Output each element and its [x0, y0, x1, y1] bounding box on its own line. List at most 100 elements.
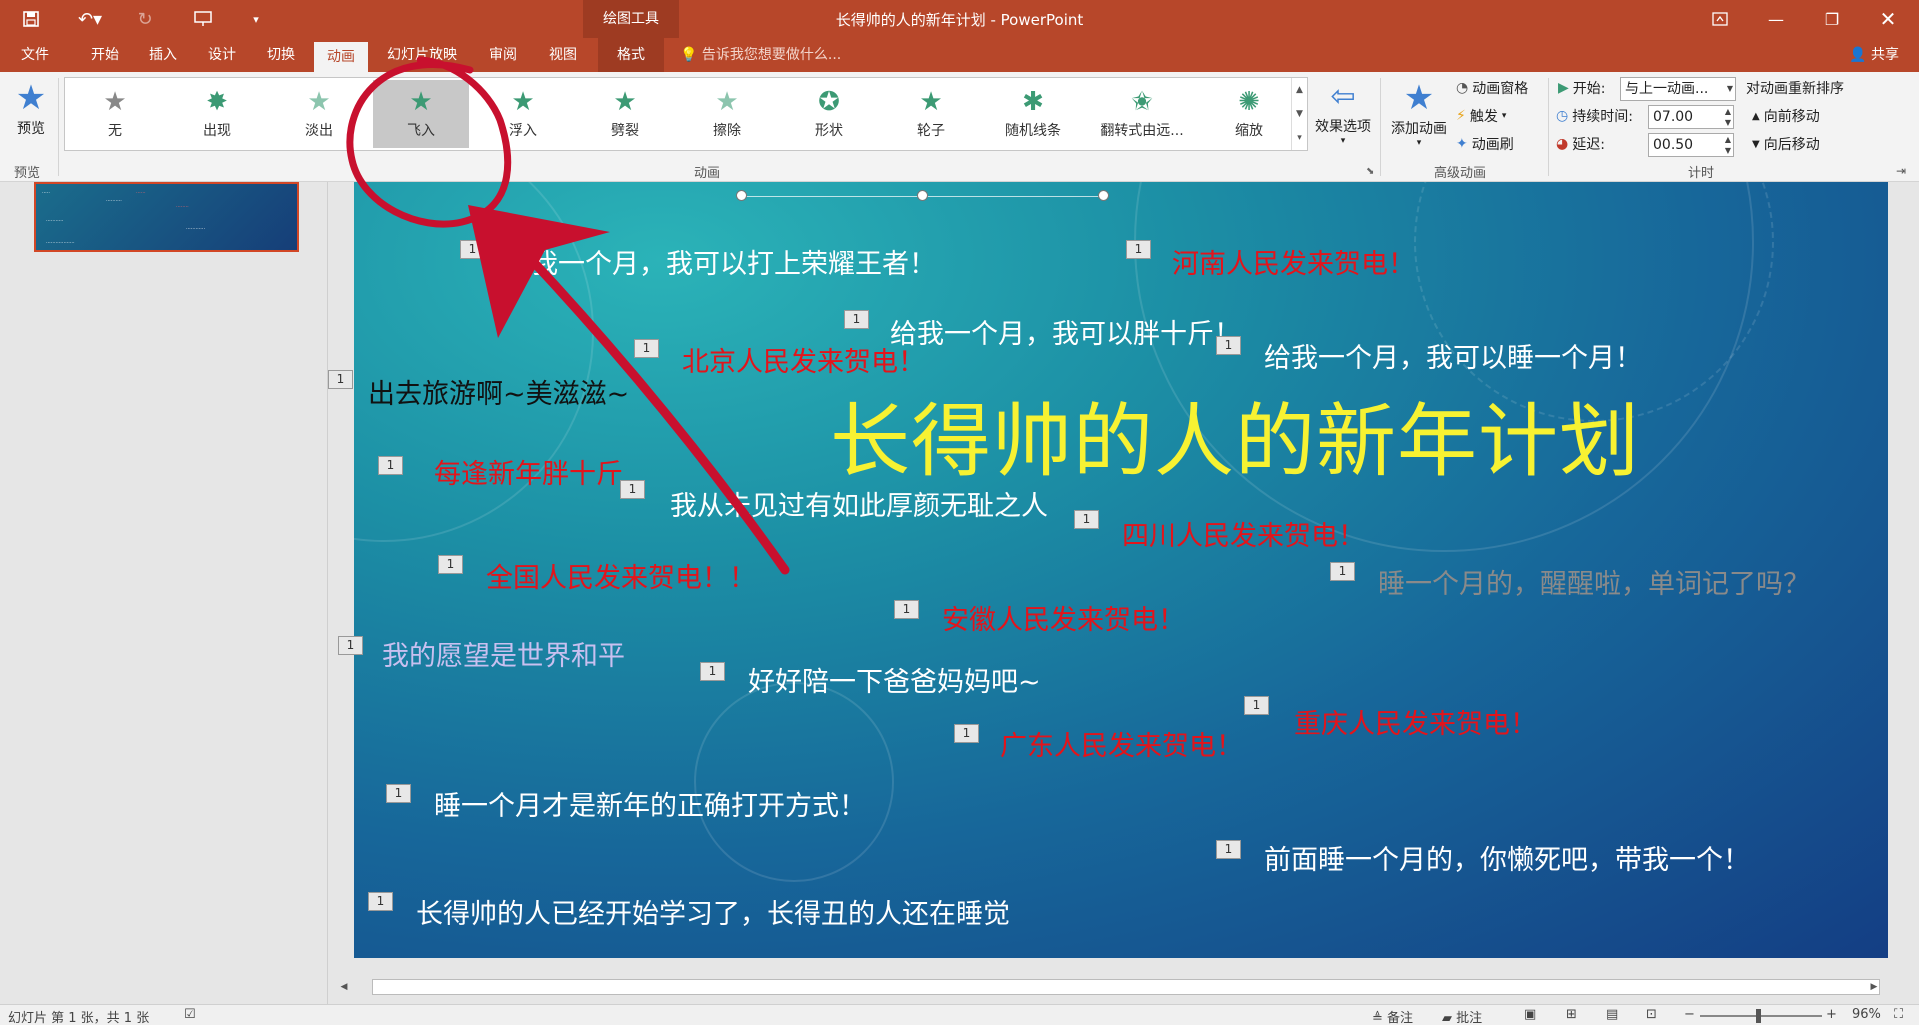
- slide-text[interactable]: 睡一个月才是新年的正确打开方式！: [434, 784, 866, 823]
- tab-design[interactable]: 设计: [195, 38, 249, 72]
- slide-text[interactable]: 安徽人民发来贺电！: [942, 598, 1185, 637]
- animation-tag[interactable]: 1: [844, 310, 869, 329]
- anim-fade[interactable]: ★ 淡出: [271, 80, 367, 148]
- slide-text[interactable]: 前面睡一个月的，你懒死吧，带我一个！: [1264, 838, 1750, 877]
- spellcheck-icon[interactable]: ☑: [184, 1007, 196, 1022]
- anim-random-bars[interactable]: ✱ 随机线条: [985, 80, 1081, 148]
- slideshow-view-icon[interactable]: ⊡: [1646, 1007, 1657, 1022]
- restore-icon[interactable]: ❐: [1809, 0, 1855, 38]
- animation-tag[interactable]: 1: [700, 662, 725, 681]
- pin-ribbon-icon[interactable]: ⇥: [1896, 164, 1906, 178]
- scroll-left-icon[interactable]: ◀: [336, 978, 352, 996]
- zoom-out-icon[interactable]: −: [1684, 1007, 1695, 1022]
- tab-view[interactable]: 视图: [536, 38, 590, 72]
- resize-handle[interactable]: [1098, 190, 1109, 201]
- animation-tag[interactable]: 1: [1216, 336, 1241, 355]
- tab-transitions[interactable]: 切换: [254, 38, 308, 72]
- animation-gallery[interactable]: ★ 无 ✸ 出现 ★ 淡出 ★ 飞入 ★ 浮入 ★ 劈裂 ★ 擦除 ✪ 形状 ★ 轮子 ✱ 随机线条…: [64, 77, 1308, 151]
- animation-tag[interactable]: 1: [894, 600, 919, 619]
- zoom-slider-thumb[interactable]: [1756, 1009, 1761, 1023]
- slide-text[interactable]: 给我一个月，我可以胖十斤！: [890, 312, 1241, 351]
- anim-none[interactable]: ★ 无: [67, 80, 163, 148]
- spin-arrows-icon[interactable]: ▲ ▼: [1725, 134, 1731, 156]
- animation-tag[interactable]: 1: [460, 240, 485, 259]
- effect-options-button[interactable]: ⇦ 效果选项 ▾: [1310, 78, 1376, 146]
- tab-review[interactable]: 审阅: [476, 38, 530, 72]
- anim-appear[interactable]: ✸ 出现: [169, 80, 265, 148]
- anim-fly-in[interactable]: ★ 飞入: [373, 80, 469, 148]
- slide-text[interactable]: 重庆人民发来贺电！: [1294, 702, 1537, 741]
- comments-button[interactable]: ▰ 批注: [1442, 1007, 1482, 1025]
- slide-text[interactable]: 长得帅的人已经开始学习了，长得丑的人还在睡觉: [416, 892, 1010, 931]
- resize-handle[interactable]: [917, 190, 928, 201]
- anim-wipe[interactable]: ★ 擦除: [679, 80, 775, 148]
- slide-text[interactable]: 北京人民发来贺电！: [682, 340, 925, 379]
- slide-sorter-icon[interactable]: ⊞: [1566, 1007, 1577, 1022]
- animation-tag[interactable]: 1: [1244, 696, 1269, 715]
- animation-painter-button[interactable]: ✦ 动画刷: [1456, 134, 1514, 154]
- undo-icon[interactable]: ↶▾: [70, 6, 110, 32]
- customize-icon[interactable]: ▾: [244, 6, 268, 32]
- animation-tag[interactable]: 1: [438, 555, 463, 574]
- slide-text[interactable]: 每逢新年胖十斤: [434, 452, 623, 491]
- zoom-in-icon[interactable]: +: [1826, 1007, 1837, 1022]
- animation-tag[interactable]: 1: [1330, 562, 1355, 581]
- tab-file[interactable]: 文件: [4, 38, 66, 72]
- scroll-right-icon[interactable]: ▶: [1866, 978, 1882, 996]
- tab-home[interactable]: 开始: [78, 38, 132, 72]
- minimize-icon[interactable]: —: [1753, 0, 1799, 38]
- slide-text[interactable]: 河南人民发来贺电！: [1172, 242, 1415, 281]
- slide-thumbnail[interactable]: ····· ······ ·········· ········ ·······…: [34, 182, 299, 252]
- move-earlier-button[interactable]: ▲ 向前移动: [1752, 106, 1820, 126]
- slide-text[interactable]: 我从未见过有如此厚颜无耻之人: [670, 484, 1048, 523]
- add-animation-button[interactable]: ★ 添加动画 ▾: [1384, 78, 1454, 148]
- animation-tag[interactable]: 1: [328, 370, 353, 389]
- ribbon-display-icon[interactable]: [1697, 0, 1743, 38]
- animation-tag[interactable]: 1: [386, 784, 411, 803]
- animation-tag[interactable]: 1: [1126, 240, 1151, 259]
- tab-slideshow[interactable]: 幻灯片放映: [378, 38, 466, 72]
- gallery-scroll-up-icon[interactable]: ▲: [1291, 78, 1307, 102]
- trigger-button[interactable]: ⚡ 触发 ▾: [1456, 106, 1506, 126]
- tell-me-box[interactable]: 💡 告诉我您想要做什么...: [680, 38, 841, 72]
- animation-tag[interactable]: 1: [634, 339, 659, 358]
- animation-tag[interactable]: 1: [1216, 840, 1241, 859]
- tab-animations[interactable]: 动画: [314, 42, 368, 72]
- animation-tag[interactable]: 1: [620, 480, 645, 499]
- presentation-icon[interactable]: [186, 6, 220, 32]
- tab-format[interactable]: 格式: [598, 38, 664, 72]
- dialog-launcher-icon[interactable]: ⬊: [1366, 166, 1374, 177]
- anim-zoom[interactable]: ✺ 缩放: [1201, 80, 1297, 148]
- animation-tag[interactable]: 1: [368, 892, 393, 911]
- slide-title[interactable]: 长得帅的人的新年计划: [830, 377, 1640, 493]
- zoom-slider[interactable]: [1700, 1009, 1822, 1023]
- anim-wheel[interactable]: ★ 轮子: [883, 80, 979, 148]
- notes-button[interactable]: ≜ 备注: [1372, 1007, 1413, 1025]
- move-later-button[interactable]: ▼ 向后移动: [1752, 134, 1820, 154]
- save-icon[interactable]: [14, 6, 48, 32]
- slide-text[interactable]: 全国人民发来贺电！！: [486, 556, 756, 595]
- animation-tag[interactable]: 1: [378, 456, 403, 475]
- animation-tag[interactable]: 1: [338, 636, 363, 655]
- slide-text[interactable]: 广东人民发来贺电！: [1000, 724, 1243, 763]
- preview-button[interactable]: ★ 预览: [8, 78, 54, 138]
- delay-spinner[interactable]: 00.50 ▲ ▼: [1648, 133, 1734, 157]
- anim-split[interactable]: ★ 劈裂: [577, 80, 673, 148]
- share-button[interactable]: 👤 共享: [1849, 38, 1899, 72]
- zoom-level[interactable]: 96%: [1852, 1007, 1881, 1022]
- reading-view-icon[interactable]: ▤: [1606, 1007, 1618, 1022]
- slide-canvas[interactable]: 长得帅的人的新年计划 1 给我一个月，我可以打上荣耀王者！ 1 河南人民发来贺电…: [354, 182, 1888, 958]
- gallery-scroll-down-icon[interactable]: ▼: [1291, 102, 1307, 126]
- duration-spinner[interactable]: 07.00 ▲ ▼: [1648, 105, 1734, 129]
- scrollbar-thumb[interactable]: [372, 979, 1880, 995]
- gallery-more-icon[interactable]: ▾: [1291, 126, 1307, 150]
- close-icon[interactable]: ✕: [1865, 0, 1911, 38]
- start-select[interactable]: 与上一动画... ▼: [1620, 77, 1736, 101]
- fit-to-window-icon[interactable]: ⛶: [1894, 1007, 1903, 1022]
- animation-pane-button[interactable]: ◔ 动画窗格: [1456, 78, 1528, 98]
- slide-text[interactable]: 给我一个月，我可以打上荣耀王者！: [504, 242, 936, 281]
- resize-handle[interactable]: [736, 190, 747, 201]
- slide-text[interactable]: 出去旅游啊~美滋滋~: [368, 372, 629, 411]
- redo-icon[interactable]: ↻: [130, 6, 160, 32]
- slide-text[interactable]: 四川人民发来贺电！: [1122, 514, 1365, 553]
